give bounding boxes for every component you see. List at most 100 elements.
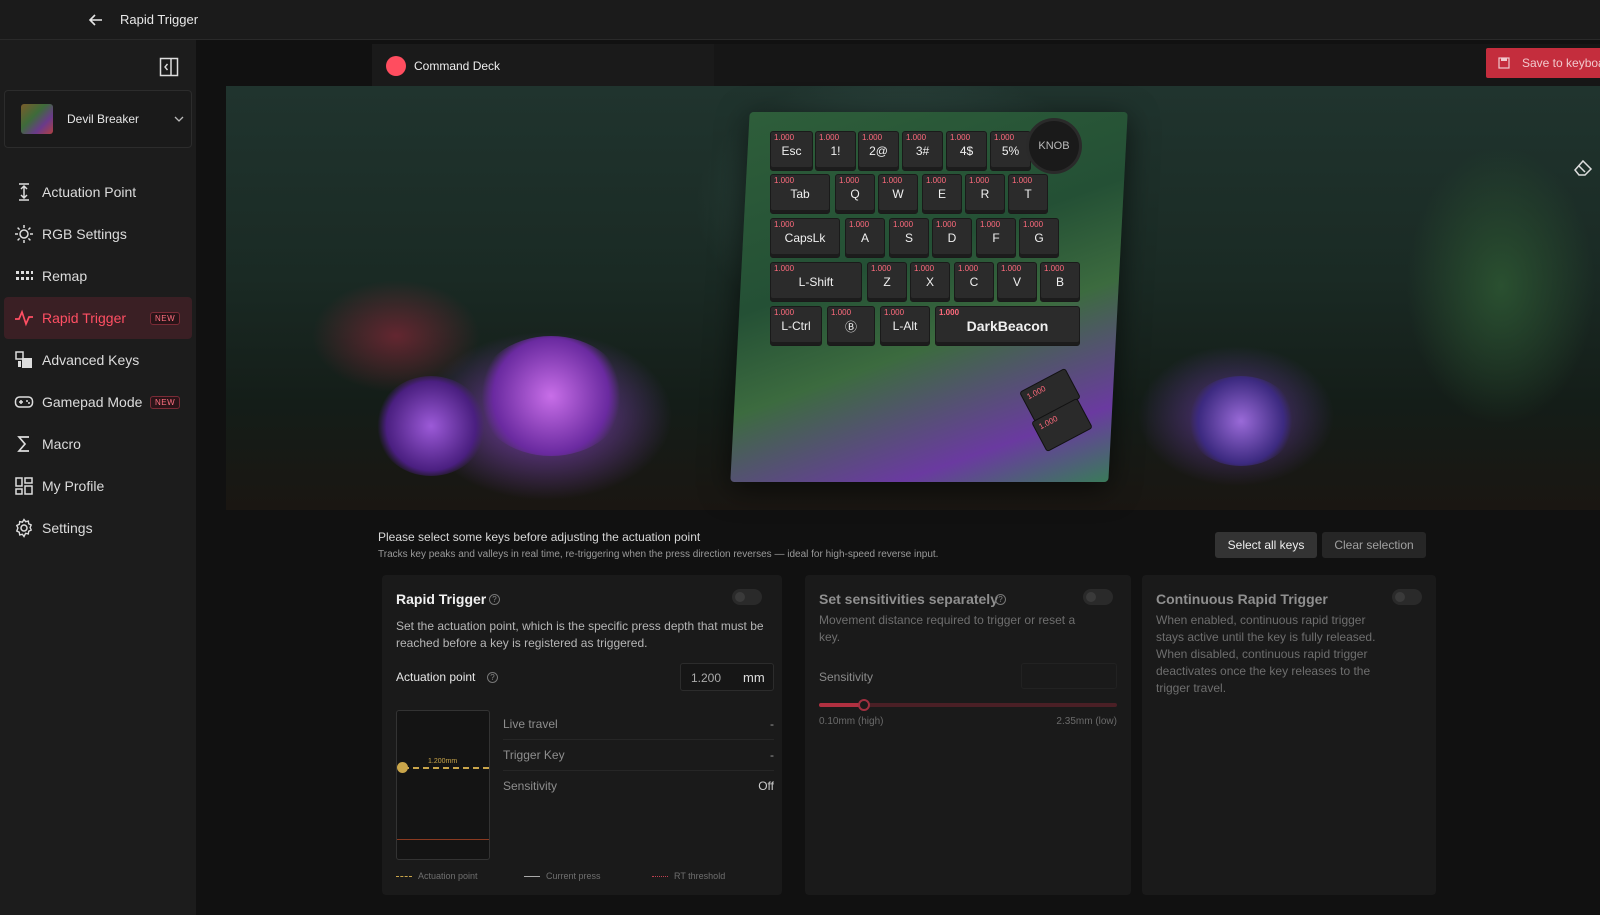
- sensitivity-slider[interactable]: [819, 699, 1117, 711]
- legend-actuation: Actuation point: [396, 871, 478, 881]
- sidebar-item-remap[interactable]: Remap: [4, 255, 192, 297]
- sidebar-item-label: Advanced Keys: [42, 352, 140, 368]
- key-capslk[interactable]: 1.000 CapsLk: [770, 218, 840, 258]
- key-fn-icon[interactable]: 1.000 Ⓑ: [827, 306, 875, 346]
- key-t[interactable]: 1.000 T: [1008, 174, 1048, 214]
- key-value: 1.000: [1023, 220, 1044, 229]
- card-description: When enabled, continuous rapid trigger s…: [1156, 613, 1376, 695]
- key-value: 1.000: [1012, 176, 1033, 185]
- key-label: L-Alt: [892, 319, 918, 333]
- sidebar-nav: Actuation Point RGB Settings Remap Rapid…: [4, 171, 192, 549]
- sidebar-item-macro[interactable]: Macro: [4, 423, 192, 465]
- save-to-keyboard-button[interactable]: Save to keyboard: [1486, 48, 1600, 78]
- key-value: 1.000: [980, 220, 1001, 229]
- rapid-trigger-toggle[interactable]: [732, 589, 762, 605]
- separate-sensitivities-toggle[interactable]: [1083, 589, 1113, 605]
- top-bar: Rapid Trigger: [0, 0, 1600, 40]
- continuous-toggle[interactable]: [1392, 589, 1422, 605]
- eraser-icon[interactable]: [1572, 156, 1594, 178]
- sidebar-item-advanced-keys[interactable]: Advanced Keys: [4, 339, 192, 381]
- actuation-line-label: 1.200mm: [428, 758, 458, 765]
- flower-decoration: [476, 336, 626, 456]
- select-all-keys-button[interactable]: Select all keys: [1215, 532, 1317, 558]
- sidebar-item-actuation-point[interactable]: Actuation Point: [4, 171, 192, 213]
- stat-key: Trigger Key: [503, 748, 565, 762]
- key-label: C: [969, 275, 979, 289]
- key-value: 1.000: [893, 220, 914, 229]
- actuation-handle[interactable]: [397, 762, 408, 773]
- key-value: 1.000: [862, 133, 883, 142]
- back-arrow-icon[interactable]: [88, 12, 104, 28]
- key-w[interactable]: 1.000 W: [878, 174, 918, 214]
- sidebar-item-rapid-trigger[interactable]: Rapid Trigger NEW: [4, 297, 192, 339]
- key-label: 1!: [830, 144, 841, 158]
- key-r[interactable]: 1.000 R: [965, 174, 1005, 214]
- slider-max-label: 2.35mm (low): [1056, 716, 1117, 727]
- save-icon: [1498, 57, 1510, 69]
- sensitivity-input[interactable]: [1021, 663, 1117, 689]
- key-c[interactable]: 1.000 C: [954, 262, 994, 302]
- slider-fill: [819, 703, 864, 707]
- sidebar-item-gamepad-mode[interactable]: Gamepad Mode NEW: [4, 381, 192, 423]
- key-label: CapsLk: [784, 231, 826, 245]
- key-value: 1.000: [1001, 264, 1022, 273]
- key-a[interactable]: 1.000 A: [845, 218, 885, 258]
- tab-command-deck[interactable]: Command Deck: [372, 44, 714, 88]
- collapse-sidebar-icon[interactable]: [159, 57, 179, 77]
- leaf-decoration: [1406, 146, 1596, 426]
- legend-rt-threshold: RT threshold: [652, 871, 725, 881]
- key-label: DarkBeacon: [966, 318, 1049, 334]
- sidebar-item-label: Settings: [42, 520, 93, 536]
- key-e[interactable]: 1.000 E: [922, 174, 962, 214]
- key-q[interactable]: 1.000 Q: [835, 174, 875, 214]
- separate-sensitivities-card: Set sensitivities separately ? Movement …: [805, 575, 1131, 895]
- sidebar-item-my-profile[interactable]: My Profile: [4, 465, 192, 507]
- slider-thumb[interactable]: [857, 699, 870, 711]
- sidebar-item-label: My Profile: [42, 478, 105, 494]
- help-icon[interactable]: ?: [487, 672, 498, 683]
- key-d[interactable]: 1.000 D: [932, 218, 972, 258]
- key-3[interactable]: 1.000 3#: [902, 131, 943, 171]
- key-lalt[interactable]: 1.000 L-Alt: [880, 306, 930, 346]
- key-s[interactable]: 1.000 S: [889, 218, 929, 258]
- key-darkbeacon[interactable]: 1.000 DarkBeacon: [935, 306, 1080, 346]
- key-1[interactable]: 1.000 1!: [815, 131, 856, 171]
- key-label: V: [1012, 275, 1021, 289]
- key-5[interactable]: 1.000 5%: [990, 131, 1031, 171]
- key-v[interactable]: 1.000 V: [997, 262, 1037, 302]
- key-esc[interactable]: 1.000 Esc: [770, 131, 813, 171]
- key-f[interactable]: 1.000 F: [976, 218, 1016, 258]
- knob[interactable]: KNOB: [1029, 121, 1079, 171]
- key-label: 3#: [915, 144, 930, 158]
- key-value: 1.000: [994, 133, 1015, 142]
- key-z[interactable]: 1.000 Z: [867, 262, 907, 302]
- sun-icon: [15, 225, 33, 243]
- help-icon[interactable]: ?: [489, 594, 500, 605]
- key-4[interactable]: 1.000 4$: [946, 131, 987, 171]
- actuation-value: 1.200: [691, 671, 722, 685]
- key-label: X: [925, 275, 934, 289]
- sidebar-item-settings[interactable]: Settings: [4, 507, 192, 549]
- key-g[interactable]: 1.000 G: [1019, 218, 1059, 258]
- key-label: G: [1034, 231, 1044, 245]
- rapid-trigger-card: Rapid Trigger ? Set the actuation point,…: [382, 575, 782, 895]
- device-tab-bar: Command Deck Save to keyboard: [372, 44, 1600, 88]
- key-lshift[interactable]: 1.000 L-Shift: [770, 262, 862, 302]
- selection-hint: Please select some keys before adjusting…: [378, 530, 701, 544]
- help-icon[interactable]: ?: [995, 594, 1006, 605]
- actuation-point-input[interactable]: 1.200 mm: [680, 663, 774, 691]
- key-tab[interactable]: 1.000 Tab: [770, 174, 830, 214]
- key-lctrl[interactable]: 1.000 L-Ctrl: [770, 306, 822, 346]
- device-selector[interactable]: Devil Breaker: [4, 90, 192, 148]
- key-value: 1.000: [914, 264, 935, 273]
- key-label: T: [1024, 187, 1032, 201]
- key-x[interactable]: 1.000 X: [910, 262, 950, 302]
- key-b[interactable]: 1.000 B: [1040, 262, 1080, 302]
- tab-label: Command Deck: [414, 59, 501, 73]
- key-value: 1.000: [1044, 264, 1065, 273]
- unit-label: mm: [743, 670, 765, 685]
- clear-selection-button[interactable]: Clear selection: [1322, 532, 1426, 558]
- sidebar-item-rgb-settings[interactable]: RGB Settings: [4, 213, 192, 255]
- key-2[interactable]: 1.000 2@: [858, 131, 899, 171]
- keys-icon: [15, 351, 32, 368]
